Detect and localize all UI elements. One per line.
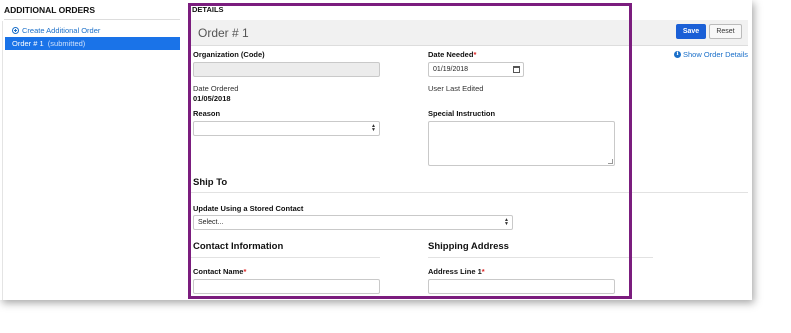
create-additional-order-link[interactable]: Create Additional Order bbox=[12, 26, 100, 35]
show-order-details-link[interactable]: i Show Order Details bbox=[674, 50, 748, 59]
contact-information-heading: Contact Information bbox=[193, 241, 284, 252]
order-item-status: (submitted) bbox=[47, 39, 86, 48]
contact-divider bbox=[190, 257, 380, 258]
contact-name-label-text: Contact Name bbox=[193, 267, 244, 276]
address-line-1-label-text: Address Line 1 bbox=[428, 267, 482, 276]
save-button[interactable]: Save bbox=[676, 24, 706, 39]
date-ordered-value: 01/05/2018 bbox=[193, 94, 231, 103]
required-marker: * bbox=[473, 50, 477, 59]
resize-handle-icon[interactable] bbox=[608, 159, 613, 164]
shipping-divider bbox=[428, 257, 653, 258]
required-marker: * bbox=[243, 267, 247, 276]
organization-field bbox=[193, 62, 380, 77]
user-last-edited-label: User Last Edited bbox=[428, 84, 484, 93]
show-order-details-label: Show Order Details bbox=[683, 50, 749, 59]
additional-orders-title: ADDITIONAL ORDERS bbox=[4, 5, 95, 15]
order-heading: Order # 1 bbox=[198, 26, 249, 40]
stored-contact-value: Select... bbox=[198, 219, 224, 226]
contact-name-field[interactable] bbox=[193, 279, 380, 294]
create-additional-order-label: Create Additional Order bbox=[22, 26, 101, 35]
plus-circle-icon bbox=[12, 27, 19, 34]
address-line-1-field[interactable] bbox=[428, 279, 615, 294]
ship-to-divider bbox=[190, 192, 748, 193]
shipping-address-heading: Shipping Address bbox=[428, 241, 509, 252]
date-needed-label: Date Needed* bbox=[428, 50, 476, 59]
select-arrows-icon: ▲ ▼ bbox=[371, 123, 376, 133]
sidebar-divider bbox=[4, 19, 180, 20]
date-needed-label-text: Date Needed bbox=[428, 50, 474, 59]
stored-contact-select[interactable]: Select... ▲ ▼ bbox=[193, 215, 513, 230]
order-panel: ADDITIONAL ORDERS Create Additional Orde… bbox=[0, 0, 752, 300]
date-needed-value: 01/19/2018 bbox=[433, 66, 469, 73]
date-ordered-label: Date Ordered bbox=[193, 84, 239, 93]
reason-label: Reason bbox=[193, 109, 221, 118]
required-marker: * bbox=[481, 267, 485, 276]
contact-name-label: Contact Name* bbox=[193, 267, 246, 276]
stored-contact-label: Update Using a Stored Contact bbox=[193, 204, 304, 213]
info-icon: i bbox=[674, 51, 681, 58]
details-title: DETAILS bbox=[192, 5, 224, 14]
special-instruction-textarea[interactable] bbox=[428, 121, 615, 166]
calendar-icon[interactable] bbox=[513, 66, 520, 73]
reason-select[interactable]: ▲ ▼ bbox=[193, 121, 380, 136]
order-header-bar: Order # 1 bbox=[190, 20, 630, 46]
special-instruction-label: Special Instruction bbox=[428, 109, 496, 118]
address-line-1-label: Address Line 1* bbox=[428, 267, 485, 276]
sidebar-item-order-1[interactable]: Order # 1 (submitted) bbox=[5, 37, 180, 50]
date-needed-field[interactable]: 01/19/2018 bbox=[428, 62, 524, 77]
organization-label: Organization (Code) bbox=[193, 50, 265, 59]
ship-to-heading: Ship To bbox=[193, 177, 228, 188]
order-item-label: Order # 1 bbox=[12, 39, 44, 48]
select-arrows-icon: ▲ ▼ bbox=[504, 217, 509, 227]
sidebar-border bbox=[2, 21, 3, 300]
reset-button[interactable]: Reset bbox=[709, 24, 742, 39]
